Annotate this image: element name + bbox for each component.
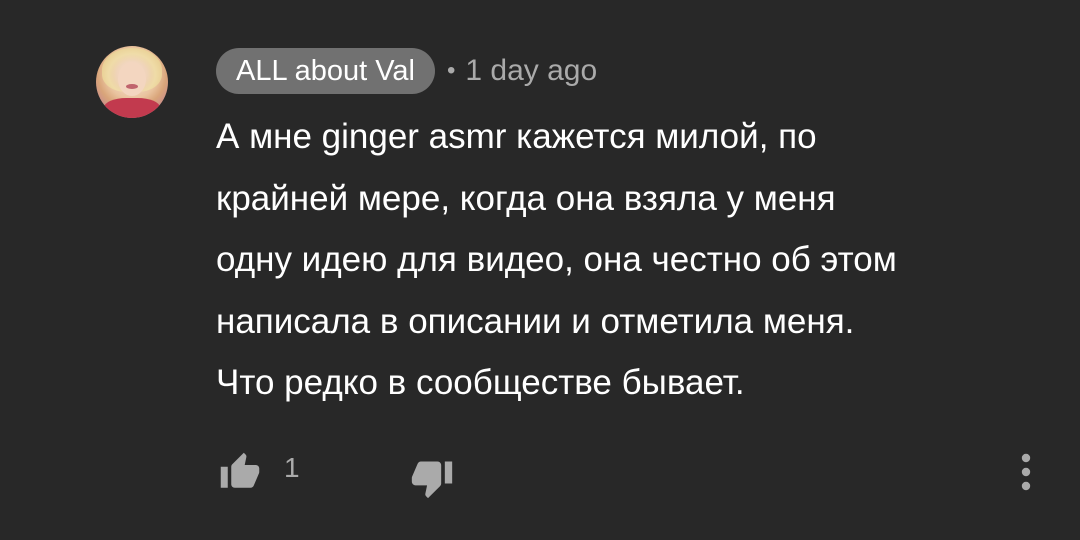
comment-header: ALL about Val • 1 day ago (216, 48, 597, 94)
dislike-button[interactable] (406, 452, 458, 504)
more-actions-button[interactable] (1006, 448, 1046, 496)
avatar-lips (126, 84, 138, 89)
avatar-clothing (104, 98, 160, 118)
avatar-face (118, 62, 146, 96)
like-button[interactable] (216, 448, 264, 496)
thumbs-up-icon (220, 452, 260, 488)
header-separator: • (446, 57, 456, 84)
comment-text: А мне ginger asmr кажется милой, по край… (216, 117, 897, 402)
more-vertical-icon (1021, 453, 1031, 491)
author-name-chip[interactable]: ALL about Val (216, 48, 435, 94)
like-count: 1 (284, 452, 300, 483)
author-avatar[interactable] (96, 46, 168, 118)
thumbs-down-icon (411, 461, 453, 499)
comment-timestamp[interactable]: 1 day ago (465, 54, 597, 88)
